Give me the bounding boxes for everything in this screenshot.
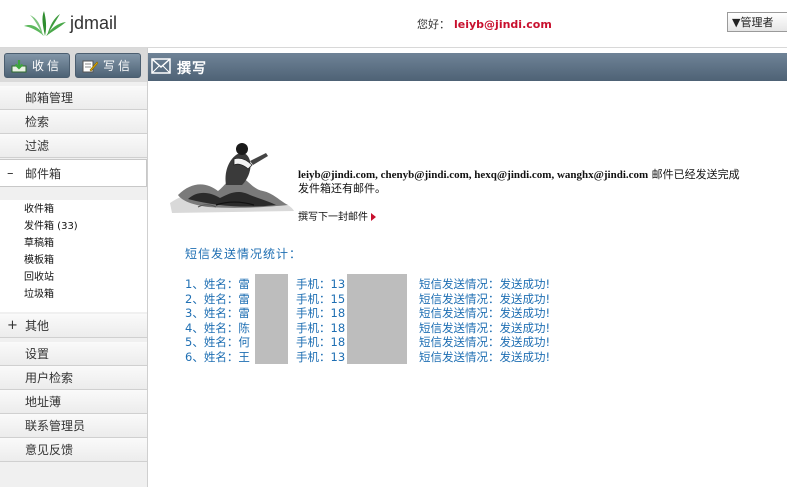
user-email: leiyb@jindi.com: [454, 18, 552, 31]
sidebar-item-other[interactable]: + 其他: [0, 314, 147, 338]
sidebar-item-search[interactable]: 检索: [0, 110, 147, 134]
leaf-logo-icon: [24, 11, 66, 36]
expand-icon: +: [7, 318, 18, 333]
compose-next-label: 撰写下一封邮件: [298, 212, 368, 223]
sidebar-item-mailbox[interactable]: – 邮件箱: [0, 159, 147, 187]
sidebar-item-filter[interactable]: 过滤: [0, 134, 147, 158]
redaction-mask: [255, 346, 288, 364]
compose-label: 写信: [103, 59, 134, 73]
collapse-icon: –: [7, 166, 14, 181]
mailbox-label: 邮件箱: [25, 167, 62, 181]
top-bar: jdmail 您好： leiyb@jindi.com ▼管理者: [0, 0, 787, 48]
compose-next-link[interactable]: 撰写下一封邮件: [298, 208, 376, 223]
folder-drafts[interactable]: 草稿箱: [24, 237, 54, 251]
sidebar-item-address-book[interactable]: 地址薄: [0, 390, 147, 414]
sidebar-item-settings[interactable]: 设置: [0, 342, 147, 366]
compose-button[interactable]: 写信: [75, 53, 141, 78]
mail-action-bar: 收信 写信: [0, 48, 147, 82]
sms-name: 6、姓名：王: [185, 349, 250, 364]
folder-recycle-bin[interactable]: 回收站: [24, 271, 54, 285]
admin-dropdown[interactable]: ▼管理者: [727, 12, 787, 32]
sms-status: 短信发送情况：发送成功!: [419, 349, 551, 364]
sidebar-item-contact-admin[interactable]: 联系管理员: [0, 414, 147, 438]
folder-templates[interactable]: 模板箱: [24, 254, 54, 268]
sms-phone: 手机：13: [296, 349, 346, 364]
mailbox-folder-list: 收件箱 发件箱 (33) 草稿箱 模板箱 回收站 垃圾箱: [0, 200, 147, 312]
envelope-icon: [151, 58, 171, 74]
receive-label: 收信: [32, 59, 63, 73]
brand-name: jdmail: [70, 13, 118, 33]
folder-outbox[interactable]: 发件箱 (33): [24, 220, 78, 234]
outbox-note: 发件箱还有邮件。: [298, 182, 386, 195]
main-header: 撰写: [148, 53, 787, 81]
sms-stats-title: 短信发送情况统计：: [185, 247, 303, 261]
user-greeting: 您好： leiyb@jindi.com: [417, 16, 552, 32]
pencil-notepad-icon: [82, 60, 98, 73]
other-label: 其他: [25, 319, 50, 333]
greeting-label: 您好：: [417, 18, 450, 31]
folder-inbox[interactable]: 收件箱: [24, 203, 54, 217]
page-title: 撰写: [177, 61, 207, 77]
sidebar-item-user-search[interactable]: 用户检索: [0, 366, 147, 390]
ink-painting-illustration: [170, 143, 294, 213]
folder-junk[interactable]: 垃圾箱: [24, 288, 54, 302]
red-arrow-icon: [371, 213, 376, 221]
redaction-mask: [347, 346, 407, 364]
sidebar: 收信 写信 邮箱管理 检索 过滤 – 邮件箱 收件箱 发件箱 (33) 草稿箱 …: [0, 48, 148, 487]
sent-suffix: 邮件已经发送完成: [648, 168, 740, 181]
receive-button[interactable]: 收信: [4, 53, 70, 78]
sidebar-item-feedback[interactable]: 意见反馈: [0, 438, 147, 462]
inbox-download-icon: [11, 60, 27, 73]
sidebar-item-mailbox-management[interactable]: 邮箱管理: [0, 86, 147, 110]
